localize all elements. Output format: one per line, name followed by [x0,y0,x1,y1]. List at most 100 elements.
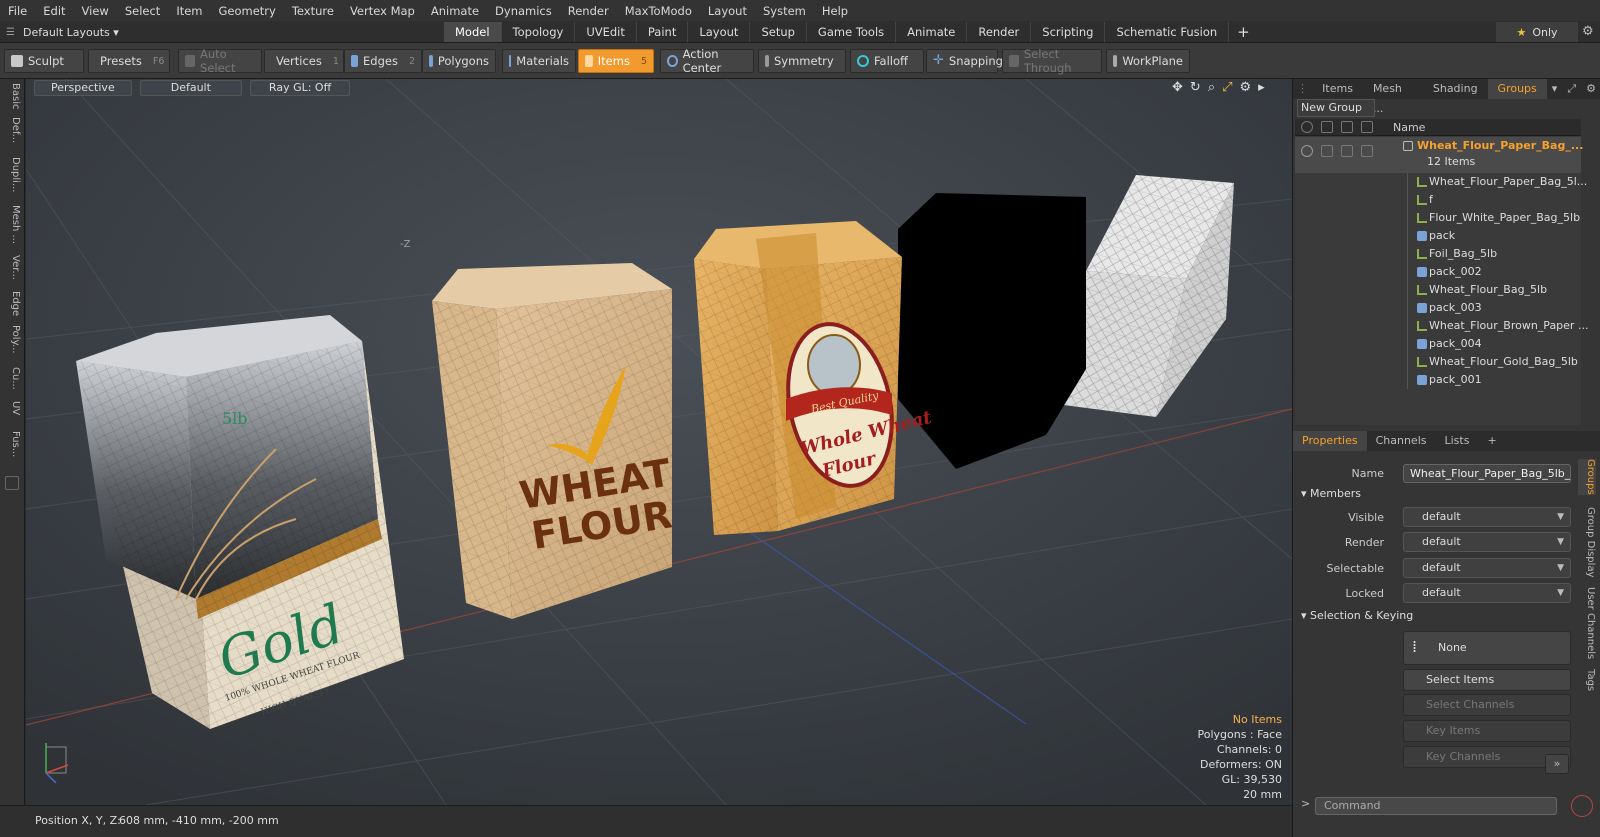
snapping-button[interactable]: ✛ Snapping [926,49,1003,73]
list-item[interactable]: Wheat_Flour_Gold_Bag_5lb [1295,353,1581,371]
left-tab-basic[interactable]: Basic [3,83,21,109]
list-item[interactable]: pack_004 [1295,335,1581,353]
props-tab-lists[interactable]: Lists [1436,431,1479,451]
tab-render[interactable]: Render [967,22,1032,42]
left-tab-duplicate[interactable]: Dupli... [3,157,21,192]
list-item[interactable]: Foil_Bag_5lb [1295,245,1581,263]
items-button[interactable]: Items 5 [578,49,654,73]
list-item[interactable]: pack [1295,227,1581,245]
render-column-icon[interactable] [1321,121,1333,133]
symmetry-button[interactable]: Symmetry [758,49,846,73]
action-center-button[interactable]: Action Center [660,47,754,75]
left-tabs-expand-button[interactable] [5,476,19,490]
locked-dropdown[interactable]: default ▼ [1403,583,1571,603]
list-item[interactable]: Flour_White_Paper_Bag_5lb [1295,209,1581,227]
selection-keying-section[interactable]: ▾ Selection & Keying [1301,609,1413,622]
viewport-settings-icon[interactable]: ⚙ [1240,80,1252,95]
left-tab-edge[interactable]: Edge [3,291,21,316]
menu-view[interactable]: View [74,4,117,18]
visibility-column-icon[interactable] [1301,121,1313,133]
rotate-icon[interactable]: ↻ [1190,80,1201,95]
side-tab-tags[interactable]: Tags [1578,669,1596,691]
panel-tab-groups[interactable]: Groups [1487,79,1547,99]
side-tab-groups[interactable]: Groups [1578,459,1596,495]
list-item[interactable]: pack_001 [1295,371,1581,389]
panel-tab-shading[interactable]: Shading [1423,79,1488,99]
ray-gl-toggle[interactable]: Ray GL: Off [249,80,351,96]
menu-dynamics[interactable]: Dynamics [487,4,560,18]
tab-layout[interactable]: Layout [688,22,751,42]
materials-button[interactable]: Materials [502,49,576,73]
new-group-button[interactable]: New Group [1297,99,1375,117]
panel-tab-mesh[interactable]: Mesh ... [1363,79,1423,115]
3d-viewport[interactable]: -Z Best Quality Whole Wheat Flour WHEAT … [26,79,1292,805]
vertices-button[interactable]: Vertices 1 [264,49,344,73]
zoom-icon[interactable]: ⌕ [1208,80,1215,95]
panel-menu-icon[interactable]: ▾ [1547,79,1563,99]
auto-select-button[interactable]: Auto Select [178,47,262,75]
list-item[interactable]: Wheat_Flour_Paper_Bag_5l... [1295,173,1587,191]
select-column-icon[interactable] [1341,121,1353,133]
left-tab-polygon[interactable]: Poly... [3,325,21,354]
visible-dropdown[interactable]: default ▼ [1403,507,1571,527]
menu-select[interactable]: Select [117,4,168,18]
group-lock-icon[interactable] [1361,145,1373,157]
layout-selector[interactable]: ☰ Default Layouts ▾ [6,23,119,41]
select-channels-button[interactable]: Select Channels [1403,694,1571,716]
side-tab-group-display[interactable]: Group Display [1578,507,1596,577]
none-selection-button[interactable]: ⁞ None [1403,631,1571,665]
falloff-button[interactable]: Falloff [850,49,924,73]
members-section[interactable]: ▾ Members [1301,487,1361,500]
lock-column-icon[interactable] [1361,121,1373,133]
workplane-button[interactable]: WorkPlane [1106,49,1190,73]
left-tab-uv[interactable]: UV [3,401,21,415]
list-item[interactable]: pack_002 [1295,263,1581,281]
menu-edit[interactable]: Edit [35,4,73,18]
tab-animate[interactable]: Animate [896,22,968,42]
view-shading-button[interactable]: Default [139,80,242,96]
menu-texture[interactable]: Texture [284,4,342,18]
command-record-button[interactable] [1571,795,1593,817]
tab-game-tools[interactable]: Game Tools [807,22,897,42]
viewport-menu-icon[interactable]: ▸ [1258,80,1265,95]
command-input[interactable]: Command [1315,797,1557,815]
view-perspective-button[interactable]: Perspective [34,80,132,96]
key-items-button[interactable]: Key Items [1403,720,1571,742]
expand-button[interactable]: » [1545,754,1569,774]
menu-animate[interactable]: Animate [423,4,487,18]
tab-scripting[interactable]: Scripting [1031,22,1106,42]
left-tab-vertex[interactable]: Ver... [3,255,21,280]
list-item[interactable]: Wheat_Flour_Bag_5lb [1295,281,1581,299]
props-tab-channels[interactable]: Channels [1367,431,1436,451]
panel-settings-icon[interactable]: ⚙ [1581,79,1600,99]
list-item[interactable]: Wheat_Flour_Brown_Paper ... [1295,317,1588,335]
wheat-flour-kraft-bag[interactable]: WHEAT FLOUR [432,263,675,619]
menu-vertex-map[interactable]: Vertex Map [342,4,423,18]
menu-system[interactable]: System [755,4,814,18]
panel-tab-items[interactable]: Items [1312,79,1363,99]
group-visible-icon[interactable] [1301,145,1313,157]
tab-topology[interactable]: Topology [502,22,576,42]
sculpt-button[interactable]: Sculpt [4,49,84,73]
pan-icon[interactable]: ✥ [1172,80,1183,95]
add-tab-button[interactable]: + [1229,22,1258,42]
left-tab-deform[interactable]: Def... [3,117,21,143]
menu-geometry[interactable]: Geometry [211,4,284,18]
add-props-tab-button[interactable]: + [1478,431,1505,451]
side-tab-user-channels[interactable]: User Channels [1578,587,1596,659]
polygons-button[interactable]: Polygons [422,49,496,73]
left-tab-mesh[interactable]: Mesh ... [3,205,21,244]
group-render-icon[interactable] [1321,145,1333,157]
left-tab-fusion[interactable]: Fus... [3,431,21,457]
props-tab-properties[interactable]: Properties [1293,431,1367,451]
group-select-icon[interactable] [1341,145,1353,157]
group-row[interactable]: Wheat_Flour_Paper_Bag_... 12 Items [1295,137,1583,173]
list-item[interactable]: f [1295,191,1581,209]
tab-setup[interactable]: Setup [750,22,807,42]
left-tab-curve[interactable]: Cu... [3,367,21,390]
list-item[interactable]: pack_003 [1295,299,1581,317]
menu-maxtomodo[interactable]: MaxToModo [617,4,700,18]
presets-button[interactable]: Presets F6 [88,49,170,73]
select-items-button[interactable]: Select Items [1403,669,1571,691]
tab-uvedit[interactable]: UVEdit [575,22,637,42]
